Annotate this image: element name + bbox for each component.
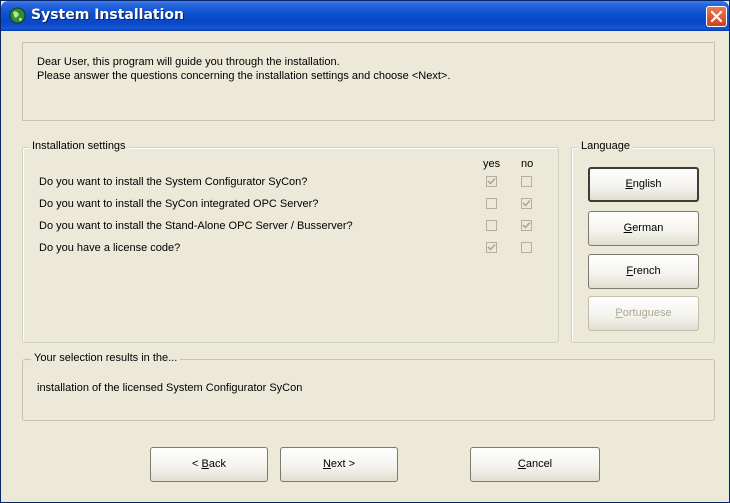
checkbox-sycon-yes[interactable] bbox=[486, 176, 497, 187]
checkmark-icon bbox=[522, 221, 531, 229]
checkbox-license-yes[interactable] bbox=[486, 242, 497, 253]
portuguese-button[interactable]: Portuguese bbox=[588, 296, 699, 331]
selection-result-group: Your selection results in the... install… bbox=[22, 352, 715, 421]
checkbox-opc-yes[interactable] bbox=[486, 198, 497, 209]
question-standalone-opc: Do you want to install the Stand-Alone O… bbox=[39, 220, 353, 232]
next-button[interactable]: Next > bbox=[280, 447, 398, 482]
checkbox-sycon-no[interactable] bbox=[521, 176, 532, 187]
intro-line-1: Dear User, this program will guide you t… bbox=[37, 56, 340, 68]
title-bar[interactable]: System Installation bbox=[1, 1, 729, 31]
checkmark-icon bbox=[522, 199, 531, 207]
language-group: Language English German French Portugues… bbox=[571, 140, 715, 343]
globe-icon bbox=[9, 7, 26, 24]
yes-column-header: yes bbox=[483, 158, 501, 170]
intro-line-2: Please answer the questions concerning t… bbox=[37, 70, 451, 82]
checkmark-icon bbox=[487, 177, 496, 185]
installation-settings-label: Installation settings bbox=[29, 140, 129, 152]
checkbox-standalone-yes[interactable] bbox=[486, 220, 497, 231]
close-button[interactable] bbox=[706, 6, 727, 27]
installation-settings-group: Installation settings yes no Do you want… bbox=[22, 140, 559, 343]
language-label: Language bbox=[578, 140, 633, 152]
cancel-button[interactable]: Cancel bbox=[470, 447, 600, 482]
french-button[interactable]: French bbox=[588, 254, 699, 289]
back-button[interactable]: < Back bbox=[150, 447, 268, 482]
checkmark-icon bbox=[487, 243, 496, 251]
question-opc-server: Do you want to install the SyCon integra… bbox=[39, 198, 319, 210]
window-title: System Installation bbox=[31, 7, 184, 23]
selection-result-text: installation of the licensed System Conf… bbox=[37, 382, 303, 394]
question-license-code: Do you have a license code? bbox=[39, 242, 181, 254]
checkbox-license-no[interactable] bbox=[521, 242, 532, 253]
english-button[interactable]: English bbox=[588, 167, 699, 202]
checkbox-opc-no[interactable] bbox=[521, 198, 532, 209]
installation-dialog: System Installation Dear User, this prog… bbox=[0, 0, 730, 503]
close-icon bbox=[711, 11, 722, 22]
intro-panel: Dear User, this program will guide you t… bbox=[22, 42, 715, 121]
question-install-sycon: Do you want to install the System Config… bbox=[39, 176, 308, 188]
selection-result-label: Your selection results in the... bbox=[31, 352, 181, 364]
no-column-header: no bbox=[521, 158, 534, 170]
checkbox-standalone-no[interactable] bbox=[521, 220, 532, 231]
german-button[interactable]: German bbox=[588, 211, 699, 246]
